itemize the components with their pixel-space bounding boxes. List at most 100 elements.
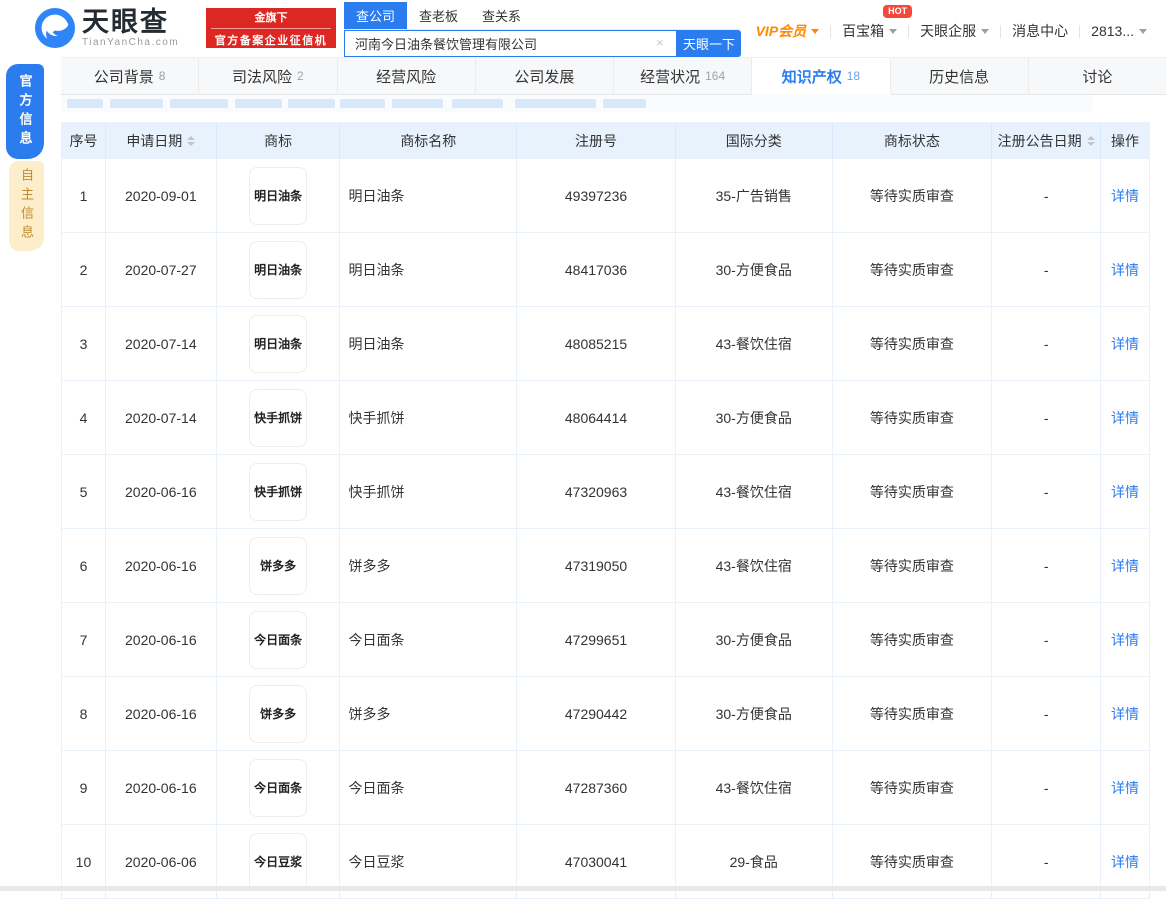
column-header-label: 商标 <box>264 133 293 149</box>
tab-bar: 公司背景 8 司法风险 2 经营风险 公司发展 经营状况 164 知识产权 18 历史信息 讨论 <box>61 57 1166 95</box>
tab-count: 8 <box>158 69 166 83</box>
tab-item[interactable]: 司法风险 2 <box>199 58 338 95</box>
menu-item[interactable]: 2813... <box>1080 23 1158 39</box>
detail-link[interactable]: 详情 <box>1111 482 1139 502</box>
cell-intl_class: 43-餐饮住宿 <box>676 751 833 824</box>
trademark-image[interactable]: 今日面条 <box>249 610 308 669</box>
subnav-chip[interactable] <box>288 99 335 108</box>
detail-link[interactable]: 详情 <box>1111 260 1139 280</box>
cell-mark: 今日面条 <box>217 603 341 676</box>
clear-search-icon[interactable]: × <box>656 36 664 49</box>
detail-link[interactable]: 详情 <box>1111 630 1139 650</box>
subnav-chip[interactable] <box>235 99 282 108</box>
menu-item[interactable]: 天眼企服 <box>909 21 1000 41</box>
trademark-image[interactable]: 饼多多 <box>249 684 308 743</box>
side-tab-official-info[interactable]: 官方信息 <box>6 64 44 159</box>
cell-reg_no: 47320963 <box>517 455 676 528</box>
subnav-chip[interactable] <box>452 99 503 108</box>
logo[interactable]: 天眼查 TianYanCha.com <box>34 7 179 49</box>
column-header: 国际分类 <box>676 123 833 159</box>
search-row: × 天眼一下 <box>344 30 741 57</box>
cell-intl_class: 35-广告销售 <box>676 159 833 232</box>
subnav-chip[interactable] <box>110 99 163 108</box>
cell-mark: 饼多多 <box>217 529 341 602</box>
search-tab[interactable]: 查公司 <box>344 2 408 29</box>
cell-mark: 明日油条 <box>217 233 341 306</box>
search-tabs: 查公司 查老板 查关系 <box>344 2 741 30</box>
menu-item[interactable]: VIP会员 <box>745 21 831 41</box>
tab-label: 经营状况 <box>640 68 701 86</box>
cell-date: 2020-06-16 <box>106 603 217 676</box>
cell-date: 2020-06-16 <box>106 529 217 602</box>
cell-pub_date: - <box>992 603 1102 676</box>
subnav-chip[interactable] <box>392 99 443 108</box>
tab-item[interactable]: 公司背景 8 <box>61 58 200 95</box>
detail-link[interactable]: 详情 <box>1111 852 1139 872</box>
tab-item[interactable]: 知识产权 18 <box>752 58 891 95</box>
tianyancha-eye-icon <box>34 7 76 49</box>
cell-mark: 明日油条 <box>217 159 341 232</box>
tab-item[interactable]: 历史信息 <box>890 58 1029 95</box>
gov-certification-badge: 国家中小企业发展子基金旗下 官方备案企业征信机构 <box>206 0 336 63</box>
sort-desc-icon <box>187 142 196 146</box>
column-header[interactable]: 注册公告日期 <box>992 123 1102 159</box>
subnav-chip[interactable] <box>340 99 385 108</box>
trademark-image[interactable]: 饼多多 <box>249 536 308 595</box>
search-input[interactable] <box>344 30 677 57</box>
cell-name: 明日油条 <box>340 159 518 232</box>
table-row: 2 2020-07-27 明日油条 明日油条 48417036 30-方便食品 等待实质审查… <box>62 233 1149 307</box>
column-header: 商标状态 <box>833 123 993 159</box>
subnav-chip[interactable] <box>67 99 103 108</box>
column-header-label: 序号 <box>69 133 98 149</box>
search-tab[interactable]: 查关系 <box>470 2 533 29</box>
cell-action: 详情 <box>1101 529 1149 602</box>
trademark-image[interactable]: 今日豆浆 <box>249 832 308 891</box>
cell-action: 详情 <box>1101 381 1149 454</box>
cell-date: 2020-09-01 <box>106 159 217 232</box>
tab-item[interactable]: 经营风险 <box>337 58 476 95</box>
search-button[interactable]: 天眼一下 <box>677 30 741 57</box>
menu-item[interactable]: 百宝箱 HOT <box>831 5 913 41</box>
detail-link[interactable]: 详情 <box>1111 408 1139 428</box>
tab-label: 公司背景 <box>93 68 154 86</box>
cell-pub_date: - <box>992 159 1102 232</box>
trademark-image[interactable]: 今日面条 <box>249 758 308 817</box>
tab-count: 164 <box>705 69 726 83</box>
cell-no: 9 <box>62 751 106 824</box>
trademark-image[interactable]: 快手抓饼 <box>249 388 308 447</box>
cell-reg_no: 49397236 <box>517 159 676 232</box>
cell-action: 详情 <box>1101 307 1149 380</box>
menu-item-label: VIP会员 <box>755 23 807 39</box>
trademark-image[interactable]: 快手抓饼 <box>249 462 308 521</box>
cell-intl_class: 30-方便食品 <box>676 381 833 454</box>
cell-date: 2020-06-16 <box>106 455 217 528</box>
tab-label: 公司发展 <box>514 68 575 86</box>
sort-icon[interactable] <box>1086 136 1095 146</box>
trademark-image[interactable]: 明日油条 <box>249 166 308 225</box>
tab-item[interactable]: 公司发展 <box>475 58 614 95</box>
detail-link[interactable]: 详情 <box>1111 556 1139 576</box>
subnav-chip[interactable] <box>515 99 596 108</box>
sort-icon[interactable] <box>187 136 196 146</box>
cell-name: 饼多多 <box>340 529 518 602</box>
column-header[interactable]: 申请日期 <box>106 123 217 159</box>
side-tab-self-info[interactable]: 自主信息 <box>9 161 44 251</box>
search-tab[interactable]: 查老板 <box>407 2 470 29</box>
detail-link[interactable]: 详情 <box>1111 778 1139 798</box>
table-row: 5 2020-06-16 快手抓饼 快手抓饼 47320963 43-餐饮住宿 等待实质审查… <box>62 455 1149 529</box>
subnav-chip[interactable] <box>603 99 646 108</box>
detail-link[interactable]: 详情 <box>1111 186 1139 206</box>
tab-item[interactable]: 讨论 <box>1028 58 1166 95</box>
detail-link[interactable]: 详情 <box>1111 334 1139 354</box>
detail-link[interactable]: 详情 <box>1111 704 1139 724</box>
tab-item[interactable]: 经营状况 164 <box>614 58 753 95</box>
trademark-image[interactable]: 明日油条 <box>249 240 308 299</box>
cell-name: 今日面条 <box>340 751 518 824</box>
cell-pub_date: - <box>992 529 1102 602</box>
hot-badge: HOT <box>883 5 913 18</box>
trademark-image[interactable]: 明日油条 <box>249 314 308 373</box>
subnav-chip[interactable] <box>170 99 228 108</box>
menu-item[interactable]: 消息中心 <box>1001 21 1079 41</box>
cell-status: 等待实质审查 <box>833 455 993 528</box>
brand-domain: TianYanCha.com <box>82 36 180 48</box>
